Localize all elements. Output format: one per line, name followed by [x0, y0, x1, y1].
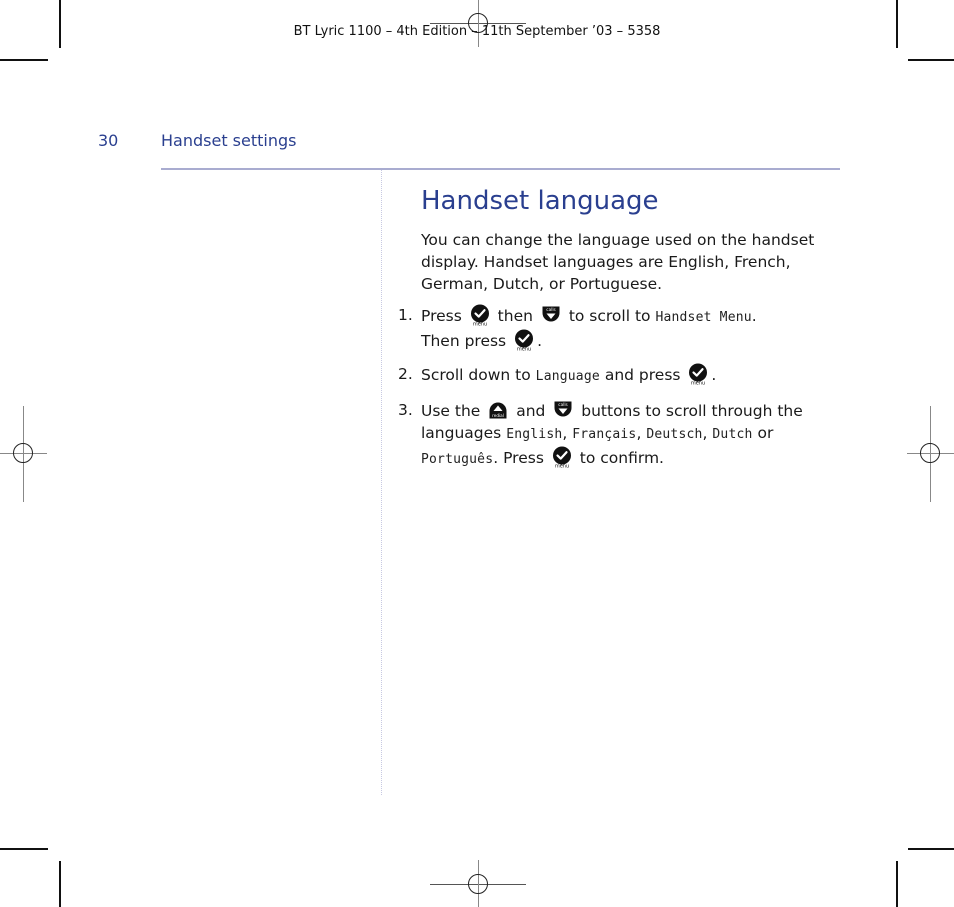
- intro-paragraph: You can change the language used on the …: [421, 231, 815, 293]
- calls-key-icon: [552, 399, 574, 421]
- step-text: and: [516, 402, 546, 420]
- separator: ,: [636, 424, 642, 442]
- menu-key-icon: [687, 363, 709, 385]
- step-3: 3. Use the and buttons to scroll through…: [398, 399, 838, 471]
- page-title: Handset language: [421, 186, 659, 216]
- header-rule: [161, 168, 840, 170]
- display-text-francais: Français: [572, 427, 637, 442]
- menu-key-icon: [469, 304, 491, 326]
- display-text-dutch: Dutch: [712, 427, 753, 442]
- calls-key-icon: [540, 304, 562, 326]
- menu-key-icon: [513, 329, 535, 351]
- step-1: 1. Press then to scroll to Handset Menu.…: [398, 304, 838, 352]
- crop-mark: [0, 59, 48, 61]
- step-text: Scroll down to: [421, 366, 531, 384]
- crop-mark: [896, 861, 898, 907]
- step-text: .: [751, 307, 757, 325]
- step-text: to scroll to: [568, 307, 651, 325]
- step-text: Press: [421, 307, 462, 325]
- step-text: or: [757, 424, 774, 442]
- step-text: .: [711, 366, 717, 384]
- print-slug: BT Lyric 1100 – 4th Edition – 11th Septe…: [293, 24, 661, 39]
- menu-key-icon: [551, 446, 573, 468]
- crop-mark: [59, 861, 61, 907]
- crop-mark: [908, 848, 954, 850]
- step-number: 2.: [398, 365, 413, 383]
- separator: ,: [702, 424, 708, 442]
- step-text: then: [497, 307, 533, 325]
- crop-mark: [0, 848, 48, 850]
- step-text: .: [537, 332, 543, 350]
- step-text: Use the: [421, 402, 481, 420]
- step-text: to confirm.: [579, 449, 664, 467]
- steps-list: 1. Press then to scroll to Handset Menu.…: [398, 304, 838, 482]
- step-text: Then press: [421, 332, 507, 350]
- running-header: Handset settings: [161, 131, 297, 150]
- step-text: and press: [604, 366, 681, 384]
- display-text-deutsch: Deutsch: [646, 427, 703, 442]
- page-number: 30: [98, 131, 119, 150]
- separator: ,: [562, 424, 568, 442]
- display-text-handset-menu: Handset Menu: [655, 310, 752, 325]
- column-divider: [381, 170, 382, 795]
- step-number: 1.: [398, 306, 413, 324]
- display-text-portugues: Português: [421, 452, 494, 467]
- step-text: . Press: [493, 449, 544, 467]
- step-number: 3.: [398, 401, 413, 419]
- display-text-language: Language: [535, 369, 600, 384]
- display-text-english: English: [506, 427, 563, 442]
- crop-mark: [908, 59, 954, 61]
- redial-key-icon: [487, 399, 509, 421]
- step-2: 2. Scroll down to Language and press .: [398, 363, 838, 388]
